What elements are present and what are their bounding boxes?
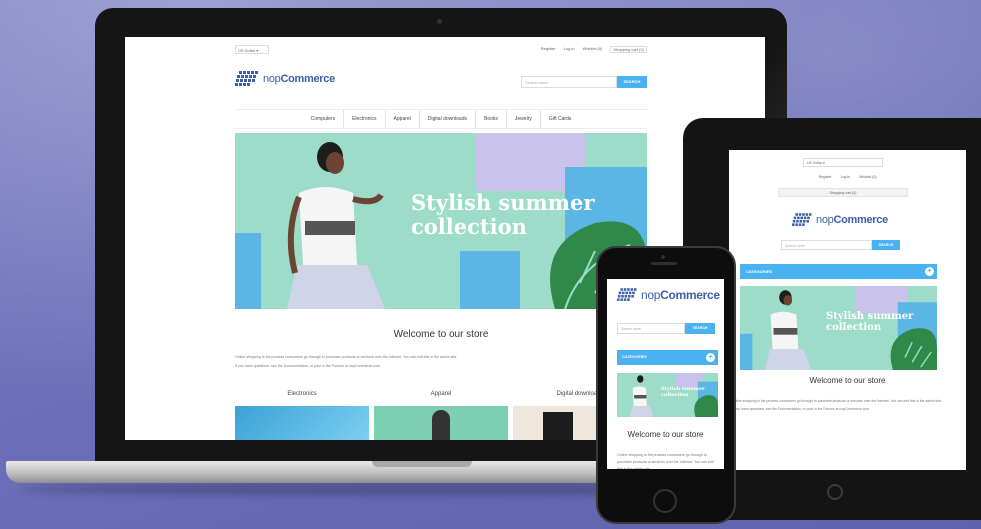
banner-title: Stylish summer collection xyxy=(411,190,595,239)
banner-title: Stylish summer collection xyxy=(826,311,914,333)
categories-label: CATEGORIES xyxy=(746,269,773,274)
search-input[interactable]: Search store xyxy=(617,323,685,334)
nav-gift-cards[interactable]: Gift Cards xyxy=(541,110,580,128)
category-image xyxy=(235,406,369,440)
logo-text: nopCommerce xyxy=(641,288,720,302)
wishlist-link[interactable]: Wishlist (0) xyxy=(859,175,876,179)
nav-electronics[interactable]: Electronics xyxy=(344,110,386,128)
category-title: Electronics xyxy=(287,391,317,397)
category-electronics[interactable]: Electronics xyxy=(235,391,369,440)
logo-text: nopCommerce xyxy=(816,214,888,226)
search-button[interactable]: SEARCH xyxy=(872,240,900,250)
logo-grid-icon xyxy=(792,213,812,226)
tablet-screen: US Dollar ▾ Register Log in Wishlist (0)… xyxy=(729,150,966,470)
hero-banner[interactable]: Stylish summer collection xyxy=(235,133,647,309)
tablet-home-button[interactable] xyxy=(827,484,843,500)
welcome-heading: Welcome to our store xyxy=(809,376,886,385)
nav-apparel[interactable]: Apparel xyxy=(386,110,420,128)
categories-toggle[interactable]: CATEGORIES + xyxy=(740,264,937,279)
nav-jewelry[interactable]: Jewelry xyxy=(507,110,541,128)
welcome-text: Online shopping is the process consumers… xyxy=(235,355,458,368)
register-link[interactable]: Register xyxy=(541,46,556,53)
welcome-heading: Welcome to our store xyxy=(393,329,489,340)
search-input[interactable]: Search store xyxy=(521,76,617,88)
phone-speaker xyxy=(651,262,677,265)
hero-banner[interactable]: Stylish summer collection xyxy=(740,286,937,370)
header-links: Register Log in Wishlist (0) Shopping ca… xyxy=(541,46,647,53)
laptop-header-top: US Dollar ▾ Register Log in Wishlist (0)… xyxy=(235,45,647,57)
banner-title: Stylish summer collection xyxy=(661,386,705,398)
wishlist-link[interactable]: Wishlist (0) xyxy=(583,46,603,53)
laptop-camera xyxy=(437,19,442,24)
site-logo[interactable]: nopCommerce xyxy=(617,288,720,302)
home-categories: Electronics Apparel Digital downloads xyxy=(235,391,647,440)
top-menu: Computers Electronics Apparel Digital do… xyxy=(235,109,647,129)
register-link[interactable]: Register xyxy=(819,175,832,179)
header-links: Register Log in Wishlist (0) xyxy=(729,175,966,179)
search-input[interactable]: Search store xyxy=(781,240,872,250)
site-logo[interactable]: nopCommerce xyxy=(792,213,888,227)
logo-grid-icon xyxy=(617,288,637,301)
nav-books[interactable]: Books xyxy=(476,110,507,128)
search-button[interactable]: SEARCH xyxy=(685,323,715,334)
categories-toggle[interactable]: CATEGORIES + xyxy=(617,350,718,365)
categories-label: CATEGORIES xyxy=(622,355,647,359)
expand-icon: + xyxy=(925,267,934,276)
hero-banner[interactable]: Stylish summer collection xyxy=(617,373,718,417)
currency-selector[interactable]: US Dollar ▾ xyxy=(235,45,269,54)
shopping-cart-link[interactable]: Shopping cart (0) xyxy=(610,46,647,53)
welcome-heading: Welcome to our store xyxy=(627,430,704,439)
welcome-text: Online shopping is the process consumers… xyxy=(732,399,942,411)
category-title: Apparel xyxy=(430,391,452,397)
phone-screen: nopCommerce Search store SEARCH CATEGORI… xyxy=(607,279,724,469)
site-logo[interactable]: nopCommerce xyxy=(235,71,335,87)
expand-icon: + xyxy=(706,353,715,362)
currency-value: US Dollar xyxy=(238,48,256,53)
nav-computers[interactable]: Computers xyxy=(303,110,345,128)
search-button[interactable]: SEARCH xyxy=(617,76,647,88)
currency-value: US Dollar xyxy=(807,161,822,165)
nav-digital-downloads[interactable]: Digital downloads xyxy=(420,110,476,128)
login-link[interactable]: Log in xyxy=(841,175,851,179)
category-apparel[interactable]: Apparel xyxy=(374,391,508,440)
logo-text: nopCommerce xyxy=(263,73,335,85)
phone-home-button[interactable] xyxy=(653,489,677,513)
logo-grid-icon xyxy=(235,71,258,86)
currency-selector[interactable]: US Dollar ▾ xyxy=(803,158,883,167)
laptop-notch xyxy=(372,461,472,467)
login-link[interactable]: Log in xyxy=(564,46,575,53)
phone-camera xyxy=(661,255,665,259)
shopping-cart-link[interactable]: Shopping cart (0) xyxy=(778,188,908,197)
category-image xyxy=(374,406,508,440)
welcome-text: Online shopping is the process consumers… xyxy=(617,453,714,469)
